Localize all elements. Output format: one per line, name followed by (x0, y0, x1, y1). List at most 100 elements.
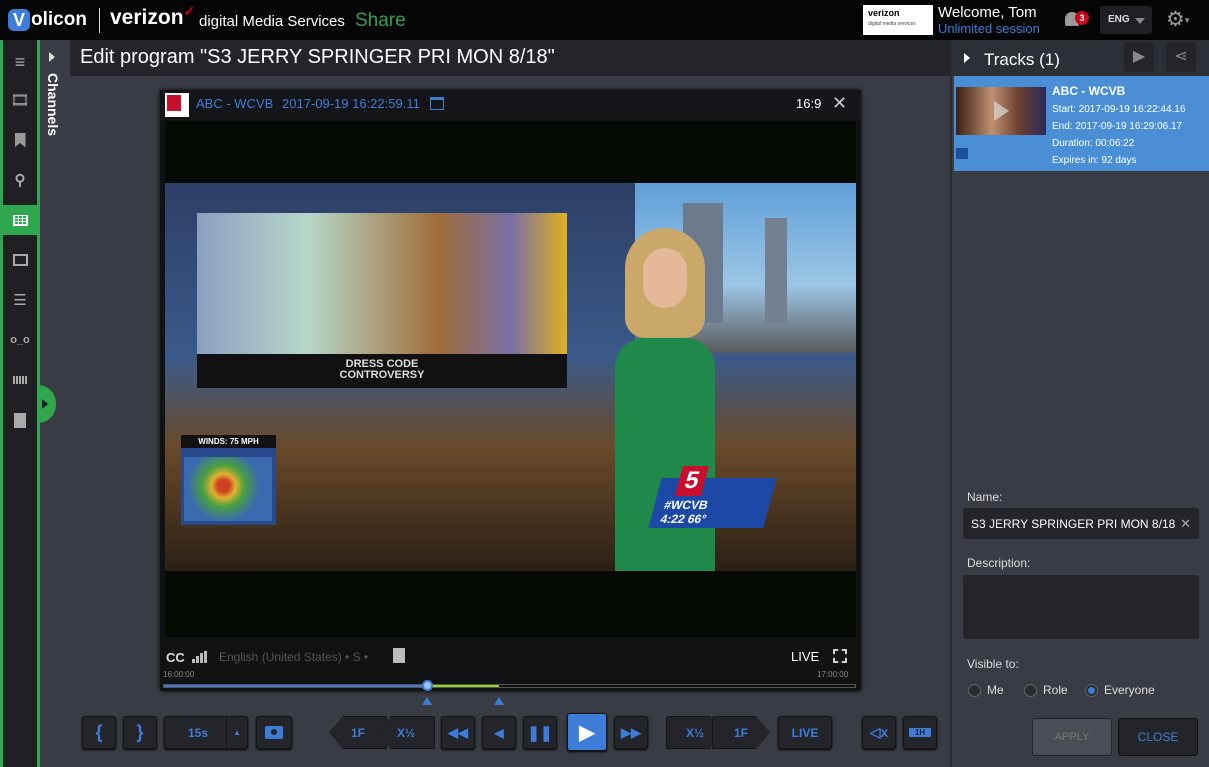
transcript-icon[interactable] (393, 648, 405, 663)
mute-button[interactable]: ◁x (862, 716, 896, 749)
sidebar-item-schedule[interactable] (3, 205, 37, 235)
grid-icon (12, 376, 28, 384)
player-header: ABC - WCVB 2017-09-19 16:22:59.11 16:9 ✕ (160, 90, 861, 120)
speaker-muted-icon: ◁x (869, 724, 889, 740)
session-link[interactable]: Unlimited session (938, 21, 1040, 36)
share-button[interactable]: ⋖ (1166, 42, 1196, 72)
playhead-handle[interactable] (421, 680, 433, 691)
name-value: S3 JERRY SPRINGER PRI MON 8/18 (971, 517, 1176, 531)
go-live-button[interactable]: LIVE (778, 716, 832, 749)
video-frame[interactable]: DRESS CODE CONTROVERSY WINDS: 75 MPH 5 #WC… (165, 121, 856, 637)
settings-button[interactable]: ⚙▾ (1166, 9, 1189, 34)
radio-role[interactable]: Role (1024, 683, 1068, 697)
volicon-logo-text: olicon (31, 9, 87, 30)
sidebar-item-clips[interactable]: 🎞︎ (3, 85, 37, 115)
weather-label: WINDS: 75 MPH (181, 435, 276, 448)
search-icon: ⚲ (14, 172, 26, 189)
channels-toggle-tab[interactable] (38, 385, 56, 423)
skip-interval-select[interactable]: 15s ▲ (164, 716, 248, 749)
bookmark-icon (14, 132, 26, 148)
tracks-panel: Tracks (1) ▶ ⋖ ABC - WCVB Start: 2017-09… (950, 40, 1209, 767)
name-label: Name: (967, 490, 1003, 504)
caption-language[interactable]: English (United States) • S • (219, 650, 368, 664)
radio-circle[interactable] (968, 683, 981, 697)
track-thumbnail[interactable] (956, 87, 1046, 135)
aspect-ratio-button[interactable]: 16:9 (796, 96, 821, 111)
expand-arrow-icon[interactable] (49, 52, 55, 62)
step-back-button[interactable]: ◀ (482, 716, 516, 749)
track-duration: Duration: 00:06:22 (1052, 138, 1135, 149)
studio-screen: DRESS CODE CONTROVERSY (197, 213, 567, 388)
sidebar-item-grid[interactable] (3, 365, 37, 395)
play-overlay-icon (994, 101, 1009, 121)
description-textarea[interactable] (963, 575, 1199, 639)
frame-forward-button[interactable]: 1F (712, 716, 770, 749)
page-title: Edit program "S3 JERRY SPRINGER PRI MON … (80, 46, 555, 68)
closed-captions-button[interactable]: CC (166, 650, 185, 665)
mark-in-button[interactable]: { (82, 716, 116, 749)
track-item[interactable]: ABC - WCVB Start: 2017-09-19 16:22:44.16… (954, 76, 1209, 171)
visible-to-label: Visible to: (967, 657, 1019, 671)
radio-label: Me (987, 683, 1004, 697)
name-input[interactable]: S3 JERRY SPRINGER PRI MON 8/18 ✕ (963, 508, 1199, 539)
radio-everyone[interactable]: Everyone (1085, 683, 1155, 697)
radio-circle-selected[interactable] (1085, 683, 1098, 697)
close-button[interactable]: CLOSE (1118, 718, 1198, 756)
sidebar-item-bookmarks[interactable] (3, 125, 37, 155)
channels-panel[interactable]: Channels (38, 40, 70, 767)
apply-button[interactable]: APPLY (1032, 718, 1112, 756)
timeline-zoom-button[interactable]: 1H (903, 716, 937, 749)
radio-circle[interactable] (1024, 683, 1037, 697)
badge-subtitle: digital media services (868, 21, 916, 27)
clear-name-icon[interactable]: ✕ (1180, 516, 1191, 532)
station-bug: 5 #WCVB 4:22 66° (648, 466, 777, 528)
calendar-icon[interactable] (430, 97, 444, 110)
snapshot-button[interactable] (256, 716, 292, 749)
export-doc-icon (14, 412, 26, 428)
main-content: Edit program "S3 JERRY SPRINGER PRI MON … (70, 40, 950, 767)
fast-forward-button[interactable]: ▶▶ (614, 716, 648, 749)
table-icon (12, 214, 28, 226)
volicon-logo[interactable]: V olicon (8, 8, 87, 32)
film-icon: 🎞︎ (10, 92, 30, 109)
tracks-title: Tracks (1) (984, 50, 1060, 69)
sidebar-item-list[interactable]: ☰ (3, 285, 37, 315)
radio-me[interactable]: Me (968, 683, 1004, 697)
camera-icon (265, 726, 283, 739)
radio-label: Everyone (1104, 683, 1155, 697)
share-icon: ⋖ (1174, 48, 1188, 65)
play-tracks-button[interactable]: ▶ (1124, 42, 1154, 72)
sidebar-item-search[interactable]: ⚲ (3, 165, 37, 195)
sidebar-item-voicemail[interactable]: o_o (3, 325, 37, 355)
timeline-track[interactable] (163, 680, 856, 691)
pause-button[interactable]: ❚❚ (523, 716, 557, 749)
weather-inset: WINDS: 75 MPH (181, 435, 276, 525)
track-checkbox[interactable] (956, 148, 968, 159)
video-player: ABC - WCVB 2017-09-19 16:22:59.11 16:9 ✕… (160, 90, 861, 691)
sidebar-item-monitor[interactable] (3, 245, 37, 275)
timeline-start: 16:00:00 (163, 670, 195, 679)
play-button[interactable]: ▶ (567, 713, 607, 751)
monitor-icon (12, 254, 28, 266)
page-header: Edit program "S3 JERRY SPRINGER PRI MON … (70, 40, 950, 76)
clip-out-marker[interactable] (494, 697, 505, 705)
sidebar-item-menu[interactable]: ≡ (3, 47, 37, 77)
close-player-icon[interactable]: ✕ (832, 93, 847, 114)
rewind-button[interactable]: ◀◀ (441, 716, 475, 749)
track-end: End: 2017-09-19 16:29:06.17 (1052, 121, 1183, 132)
fullscreen-icon[interactable] (833, 649, 847, 663)
timeline-clip-range (426, 685, 500, 687)
tracks-header: Tracks (1) ▶ ⋖ (952, 40, 1209, 76)
language-select[interactable]: ENG (1100, 6, 1152, 34)
play-icon: ▶ (579, 721, 595, 744)
live-indicator[interactable]: LIVE (791, 649, 819, 664)
notifications-button[interactable]: 3 (1063, 9, 1089, 31)
collapse-arrow-icon[interactable] (964, 53, 970, 63)
voicemail-icon: o_o (10, 334, 30, 346)
mark-out-button[interactable]: } (123, 716, 157, 749)
clip-in-marker[interactable] (421, 697, 432, 705)
timeline-end: 17:00:00 (817, 670, 849, 679)
chevron-down-icon (1135, 18, 1145, 24)
signal-icon (192, 651, 208, 663)
sidebar-item-export[interactable] (3, 405, 37, 435)
